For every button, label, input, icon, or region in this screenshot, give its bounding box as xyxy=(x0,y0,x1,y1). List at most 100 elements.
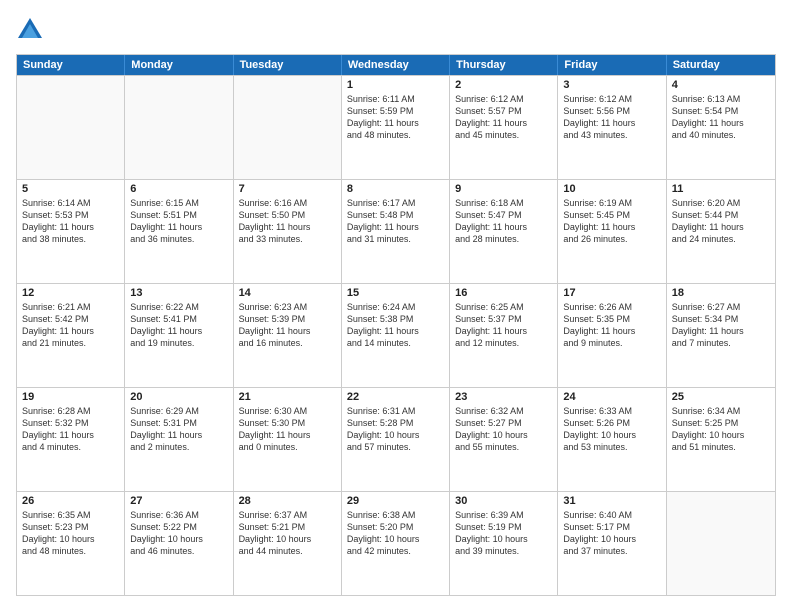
day-info: Sunrise: 6:23 AM Sunset: 5:39 PM Dayligh… xyxy=(239,301,336,350)
page: SundayMondayTuesdayWednesdayThursdayFrid… xyxy=(0,0,792,612)
day-9: 9 Sunrise: 6:18 AM Sunset: 5:47 PM Daylig… xyxy=(450,180,558,283)
day-number: 28 xyxy=(239,495,336,507)
day-5: 5 Sunrise: 6:14 AM Sunset: 5:53 PM Daylig… xyxy=(17,180,125,283)
day-info: Sunrise: 6:13 AM Sunset: 5:54 PM Dayligh… xyxy=(672,93,770,142)
day-info: Sunrise: 6:34 AM Sunset: 5:25 PM Dayligh… xyxy=(672,405,770,454)
day-31: 31 Sunrise: 6:40 AM Sunset: 5:17 PM Dayli… xyxy=(558,492,666,595)
day-info: Sunrise: 6:16 AM Sunset: 5:50 PM Dayligh… xyxy=(239,197,336,246)
day-12: 12 Sunrise: 6:21 AM Sunset: 5:42 PM Dayli… xyxy=(17,284,125,387)
day-14: 14Sunrise: 6:23 AM Sunset: 5:39 PM Dayli… xyxy=(234,284,342,387)
day-21: 21Sunrise: 6:30 AM Sunset: 5:30 PM Dayli… xyxy=(234,388,342,491)
day-info: Sunrise: 6:27 AM Sunset: 5:34 PM Dayligh… xyxy=(672,301,770,350)
day-number: 19 xyxy=(22,391,119,403)
day-number: 27 xyxy=(130,495,227,507)
day-7: 7 Sunrise: 6:16 AM Sunset: 5:50 PM Daylig… xyxy=(234,180,342,283)
header-day-friday: Friday xyxy=(558,55,666,75)
day-info: Sunrise: 6:19 AM Sunset: 5:45 PM Dayligh… xyxy=(563,197,660,246)
header-day-sunday: Sunday xyxy=(17,55,125,75)
day-number: 24 xyxy=(563,391,660,403)
day-number: 13 xyxy=(130,287,227,299)
day-info: Sunrise: 6:38 AM Sunset: 5:20 PM Dayligh… xyxy=(347,509,444,558)
day-info: Sunrise: 6:11 AM Sunset: 5:59 PM Dayligh… xyxy=(347,93,444,142)
empty-cell xyxy=(125,76,233,179)
day-info: Sunrise: 6:40 AM Sunset: 5:17 PM Dayligh… xyxy=(563,509,660,558)
day-10: 10 Sunrise: 6:19 AM Sunset: 5:45 PM Dayli… xyxy=(558,180,666,283)
day-number: 31 xyxy=(563,495,660,507)
day-number: 3 xyxy=(563,79,660,91)
day-number: 1 xyxy=(347,79,444,91)
day-27: 27 Sunrise: 6:36 AM Sunset: 5:22 PM Dayli… xyxy=(125,492,233,595)
day-number: 30 xyxy=(455,495,552,507)
header-day-wednesday: Wednesday xyxy=(342,55,450,75)
day-info: Sunrise: 6:15 AM Sunset: 5:51 PM Dayligh… xyxy=(130,197,227,246)
day-info: Sunrise: 6:17 AM Sunset: 5:48 PM Dayligh… xyxy=(347,197,444,246)
header xyxy=(16,16,776,44)
day-info: Sunrise: 6:26 AM Sunset: 5:35 PM Dayligh… xyxy=(563,301,660,350)
day-number: 4 xyxy=(672,79,770,91)
day-number: 20 xyxy=(130,391,227,403)
day-number: 2 xyxy=(455,79,552,91)
day-number: 15 xyxy=(347,287,444,299)
day-number: 8 xyxy=(347,183,444,195)
calendar-header: SundayMondayTuesdayWednesdayThursdayFrid… xyxy=(17,55,775,75)
day-info: Sunrise: 6:39 AM Sunset: 5:19 PM Dayligh… xyxy=(455,509,552,558)
header-day-monday: Monday xyxy=(125,55,233,75)
day-19: 19 Sunrise: 6:28 AM Sunset: 5:32 PM Dayli… xyxy=(17,388,125,491)
day-info: Sunrise: 6:14 AM Sunset: 5:53 PM Dayligh… xyxy=(22,197,119,246)
day-17: 17 Sunrise: 6:26 AM Sunset: 5:35 PM Dayli… xyxy=(558,284,666,387)
day-26: 26 Sunrise: 6:35 AM Sunset: 5:23 PM Dayli… xyxy=(17,492,125,595)
day-13: 13 Sunrise: 6:22 AM Sunset: 5:41 PM Dayli… xyxy=(125,284,233,387)
day-number: 7 xyxy=(239,183,336,195)
day-18: 18 Sunrise: 6:27 AM Sunset: 5:34 PM Dayli… xyxy=(667,284,775,387)
empty-cell xyxy=(234,76,342,179)
day-info: Sunrise: 6:32 AM Sunset: 5:27 PM Dayligh… xyxy=(455,405,552,454)
logo-icon xyxy=(16,16,44,44)
day-24: 24 Sunrise: 6:33 AM Sunset: 5:26 PM Dayli… xyxy=(558,388,666,491)
day-28: 28 Sunrise: 6:37 AM Sunset: 5:21 PM Dayli… xyxy=(234,492,342,595)
calendar-row-1: 1 Sunrise: 6:11 AM Sunset: 5:59 PM Daylig… xyxy=(17,75,775,179)
day-number: 22 xyxy=(347,391,444,403)
day-number: 11 xyxy=(672,183,770,195)
day-number: 17 xyxy=(563,287,660,299)
day-info: Sunrise: 6:37 AM Sunset: 5:21 PM Dayligh… xyxy=(239,509,336,558)
day-info: Sunrise: 6:28 AM Sunset: 5:32 PM Dayligh… xyxy=(22,405,119,454)
day-info: Sunrise: 6:22 AM Sunset: 5:41 PM Dayligh… xyxy=(130,301,227,350)
day-info: Sunrise: 6:31 AM Sunset: 5:28 PM Dayligh… xyxy=(347,405,444,454)
day-number: 16 xyxy=(455,287,552,299)
calendar-row-5: 26 Sunrise: 6:35 AM Sunset: 5:23 PM Dayli… xyxy=(17,491,775,595)
calendar-row-2: 5 Sunrise: 6:14 AM Sunset: 5:53 PM Daylig… xyxy=(17,179,775,283)
day-8: 8 Sunrise: 6:17 AM Sunset: 5:48 PM Daylig… xyxy=(342,180,450,283)
calendar-row-3: 12 Sunrise: 6:21 AM Sunset: 5:42 PM Dayli… xyxy=(17,283,775,387)
day-info: Sunrise: 6:33 AM Sunset: 5:26 PM Dayligh… xyxy=(563,405,660,454)
day-22: 22 Sunrise: 6:31 AM Sunset: 5:28 PM Dayli… xyxy=(342,388,450,491)
day-number: 29 xyxy=(347,495,444,507)
day-info: Sunrise: 6:29 AM Sunset: 5:31 PM Dayligh… xyxy=(130,405,227,454)
day-info: Sunrise: 6:20 AM Sunset: 5:44 PM Dayligh… xyxy=(672,197,770,246)
day-info: Sunrise: 6:12 AM Sunset: 5:56 PM Dayligh… xyxy=(563,93,660,142)
day-number: 10 xyxy=(563,183,660,195)
day-number: 9 xyxy=(455,183,552,195)
day-number: 5 xyxy=(22,183,119,195)
day-15: 15 Sunrise: 6:24 AM Sunset: 5:38 PM Dayli… xyxy=(342,284,450,387)
day-11: 11 Sunrise: 6:20 AM Sunset: 5:44 PM Dayli… xyxy=(667,180,775,283)
day-20: 20 Sunrise: 6:29 AM Sunset: 5:31 PM Dayli… xyxy=(125,388,233,491)
day-number: 23 xyxy=(455,391,552,403)
day-info: Sunrise: 6:36 AM Sunset: 5:22 PM Dayligh… xyxy=(130,509,227,558)
calendar-row-4: 19 Sunrise: 6:28 AM Sunset: 5:32 PM Dayli… xyxy=(17,387,775,491)
day-number: 26 xyxy=(22,495,119,507)
day-info: Sunrise: 6:35 AM Sunset: 5:23 PM Dayligh… xyxy=(22,509,119,558)
day-30: 30 Sunrise: 6:39 AM Sunset: 5:19 PM Dayli… xyxy=(450,492,558,595)
header-day-tuesday: Tuesday xyxy=(234,55,342,75)
day-29: 29 Sunrise: 6:38 AM Sunset: 5:20 PM Dayli… xyxy=(342,492,450,595)
day-info: Sunrise: 6:30 AM Sunset: 5:30 PM Dayligh… xyxy=(239,405,336,454)
header-day-thursday: Thursday xyxy=(450,55,558,75)
day-number: 12 xyxy=(22,287,119,299)
day-info: Sunrise: 6:18 AM Sunset: 5:47 PM Dayligh… xyxy=(455,197,552,246)
calendar: SundayMondayTuesdayWednesdayThursdayFrid… xyxy=(16,54,776,596)
header-day-saturday: Saturday xyxy=(667,55,775,75)
day-number: 18 xyxy=(672,287,770,299)
day-info: Sunrise: 6:24 AM Sunset: 5:38 PM Dayligh… xyxy=(347,301,444,350)
day-25: 25Sunrise: 6:34 AM Sunset: 5:25 PM Dayli… xyxy=(667,388,775,491)
day-info: Sunrise: 6:12 AM Sunset: 5:57 PM Dayligh… xyxy=(455,93,552,142)
day-info: Sunrise: 6:21 AM Sunset: 5:42 PM Dayligh… xyxy=(22,301,119,350)
